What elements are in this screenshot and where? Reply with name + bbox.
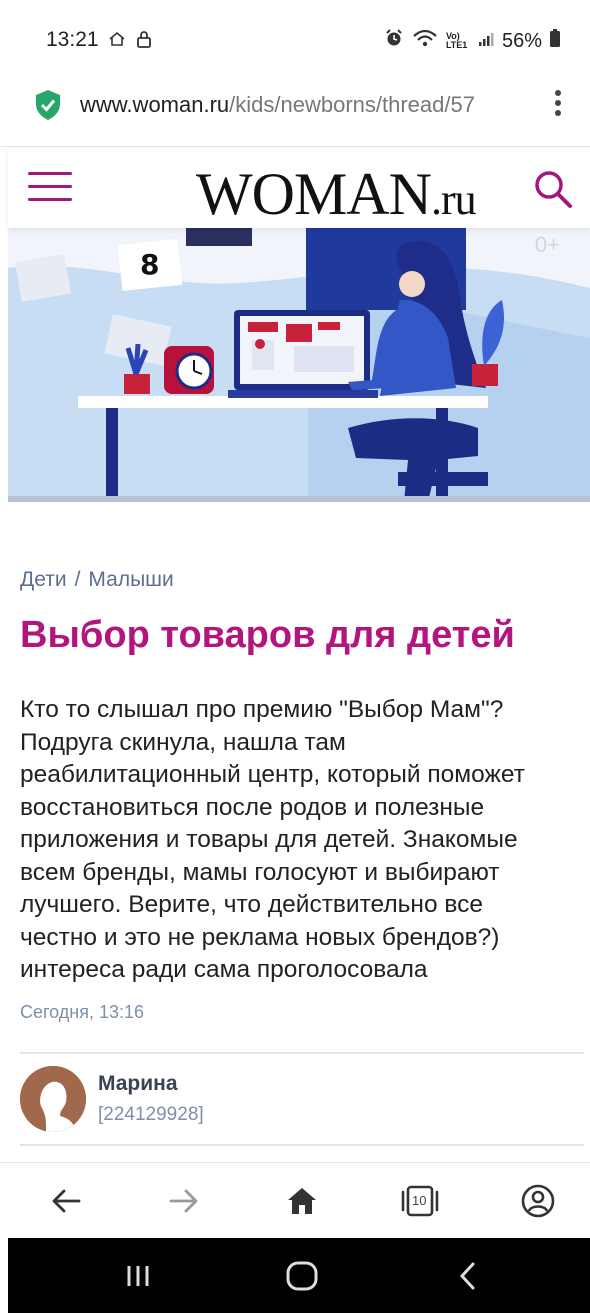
chevron-left-icon	[459, 1262, 475, 1290]
battery-icon	[550, 29, 560, 53]
menu-dot	[555, 90, 561, 96]
menu-dot	[555, 110, 561, 116]
thread-title: Выбор товаров для детей	[20, 614, 515, 656]
browser-url-bar[interactable]: www.woman.ru/kids/newborns/thread/57	[0, 76, 590, 147]
tab-count: 10	[412, 1193, 427, 1208]
wifi-icon	[412, 28, 438, 54]
author-name[interactable]: Марина	[98, 1072, 178, 1096]
browser-menu-button[interactable]	[554, 88, 562, 118]
back-button[interactable]	[46, 1181, 86, 1221]
url-host: www.woman.ru	[80, 92, 230, 117]
arrow-right-icon	[169, 1189, 198, 1213]
tabs-button[interactable]: 10	[400, 1181, 440, 1221]
signal-icon	[478, 30, 494, 53]
avatar[interactable]	[20, 1066, 86, 1132]
user-silhouette-icon	[20, 1066, 86, 1132]
home-icon	[288, 1188, 316, 1214]
profile-icon	[521, 1184, 555, 1218]
status-time: 13:21	[46, 28, 99, 51]
profile-button[interactable]	[518, 1181, 558, 1221]
url-text[interactable]: www.woman.ru/kids/newborns/thread/57	[80, 92, 528, 126]
url-path: /kids/newborns/thread/57	[229, 92, 475, 117]
article-hero-image: 8	[8, 228, 590, 502]
body-line: восстановиться после родов и полезные	[20, 793, 485, 821]
menu-dot	[555, 100, 561, 106]
body-line: Подруга скинула, нашла там	[20, 728, 346, 756]
breadcrumb-item-kids[interactable]: Дети	[20, 568, 67, 592]
divider	[20, 1144, 584, 1146]
recent-apps-icon	[127, 1266, 149, 1286]
search-icon[interactable]	[532, 168, 574, 215]
body-line: приложения и товары для детей. Знакомые	[20, 826, 518, 853]
body-line: Кто то слышал про премию "Выбор Мам"?	[20, 696, 504, 723]
home-wifi-icon	[108, 30, 126, 53]
battery-percent: 56%	[501, 29, 542, 52]
status-bar: 13:21 Vo) LTE1 56%	[0, 0, 590, 80]
hamburger-menu-button[interactable]	[28, 172, 72, 204]
lock-icon	[136, 30, 152, 53]
age-rating: 0+	[534, 232, 560, 257]
browser-toolbar: 10	[0, 1162, 590, 1239]
post-date: Сегодня, 13:16	[20, 1002, 145, 1022]
thread-body: Кто то слышал про премию "Выбор Мам"? По…	[20, 694, 580, 987]
breadcrumb-separator: /	[74, 568, 81, 591]
breadcrumb-item-babies[interactable]: Малыши	[88, 568, 173, 592]
body-line: всем бренды, мамы голосуют и выбирают	[20, 858, 500, 886]
hero-illustration: 8	[8, 228, 590, 502]
divider	[20, 1052, 584, 1054]
site-header: WOMAN.ru	[8, 148, 590, 228]
alarm-icon	[384, 28, 404, 54]
body-line: интереса ради сама проголосовала	[20, 956, 428, 983]
body-line: реабилитационный центр, который поможет	[20, 761, 525, 788]
body-line: лучшего. Верите, что действительно все	[20, 891, 484, 918]
secure-shield-icon[interactable]	[34, 89, 62, 126]
calendar-number: 8	[140, 248, 159, 281]
arrow-left-icon	[52, 1189, 81, 1213]
recent-apps-button[interactable]	[118, 1258, 158, 1294]
forward-button[interactable]	[164, 1181, 204, 1221]
body-line: честно и это не реклама новых брендов?)	[20, 923, 500, 951]
home-nav-button[interactable]	[282, 1258, 322, 1294]
home-circle-icon	[286, 1261, 318, 1291]
back-nav-button[interactable]	[448, 1258, 488, 1294]
lte-label: Vo) LTE1	[445, 31, 468, 50]
system-nav-bar	[8, 1238, 590, 1313]
author-id: [224129928]	[98, 1104, 204, 1125]
site-logo[interactable]: WOMAN.ru	[196, 160, 477, 229]
breadcrumb: Дети / Малыши	[20, 568, 174, 592]
home-button[interactable]	[282, 1181, 322, 1221]
